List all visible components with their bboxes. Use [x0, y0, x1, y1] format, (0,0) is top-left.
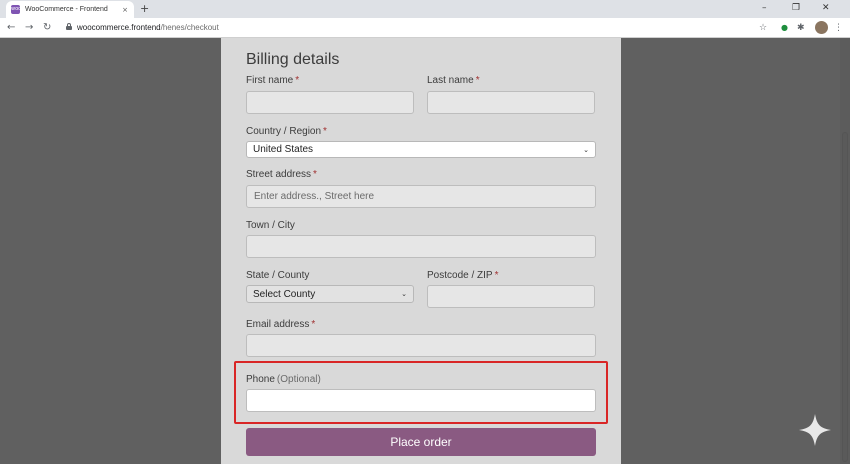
lock-icon	[66, 23, 72, 30]
last-name-label: Last name *	[427, 75, 480, 86]
address-bar[interactable]: woocommerce.frontend/henes/checkout	[77, 23, 219, 33]
country-select[interactable]: United States ⌄	[246, 141, 596, 158]
town-city-input[interactable]	[246, 235, 596, 258]
profile-avatar[interactable]	[815, 21, 828, 34]
town-city-label: Town / City	[246, 220, 295, 231]
phone-field-highlight	[234, 361, 608, 424]
chevron-down-icon: ⌄	[401, 290, 407, 298]
page-scrollbar[interactable]	[840, 38, 850, 464]
last-name-input[interactable]	[427, 91, 595, 114]
bookmark-star-icon[interactable]: ☆	[759, 22, 767, 34]
url-host: woocommerce.frontend	[77, 23, 161, 32]
restore-window-button[interactable]: ❐	[792, 2, 800, 14]
url-path: /henes/checkout	[160, 23, 219, 32]
close-window-button[interactable]: ✕	[822, 2, 830, 14]
back-button[interactable]: ←	[7, 21, 15, 35]
first-name-label: First name *	[246, 75, 300, 86]
tab-title: WooCommerce - Frontend	[25, 6, 108, 13]
extension-icon[interactable]: ●	[781, 22, 788, 34]
first-name-input[interactable]	[246, 91, 414, 114]
postcode-input[interactable]	[427, 285, 595, 308]
browser-toolbar: ← → ↻ woocommerce.frontend/henes/checkou…	[0, 18, 850, 38]
minimize-window-button[interactable]: –	[762, 2, 767, 14]
country-selected-value: United States	[253, 144, 314, 155]
billing-details-heading: Billing details	[246, 51, 340, 68]
street-address-input[interactable]: Enter address., Street here	[246, 185, 596, 208]
reload-button[interactable]: ↻	[43, 21, 51, 35]
postcode-label: Postcode / ZIP *	[427, 270, 499, 281]
extensions-puzzle-icon[interactable]: ✱	[797, 22, 805, 34]
browser-tab-bar: woo WooCommerce - Frontend × + – ❐ ✕	[0, 0, 850, 18]
forward-button[interactable]: →	[25, 21, 33, 35]
tab-close-icon[interactable]: ×	[122, 6, 128, 14]
page-viewport: Billing details First name * Last name * C…	[0, 38, 850, 464]
email-input[interactable]	[246, 334, 596, 357]
state-county-label: State / County	[246, 270, 310, 281]
state-selected-value: Select County	[253, 288, 316, 300]
chevron-down-icon: ⌄	[583, 145, 589, 154]
scrollbar-thumb[interactable]	[842, 132, 848, 462]
state-county-select[interactable]: Select County ⌄	[246, 285, 414, 303]
new-tab-button[interactable]: +	[140, 2, 149, 16]
country-label: Country / Region *	[246, 126, 327, 137]
place-order-button[interactable]: Place order	[246, 428, 596, 456]
email-label: Email address *	[246, 319, 316, 330]
browser-menu-icon[interactable]: ⋮	[834, 22, 843, 34]
sparkle-icon	[799, 414, 831, 446]
woocommerce-favicon-icon: woo	[11, 5, 22, 14]
browser-tab[interactable]: woo WooCommerce - Frontend ×	[6, 1, 134, 18]
street-address-label: Street address *	[246, 169, 317, 180]
